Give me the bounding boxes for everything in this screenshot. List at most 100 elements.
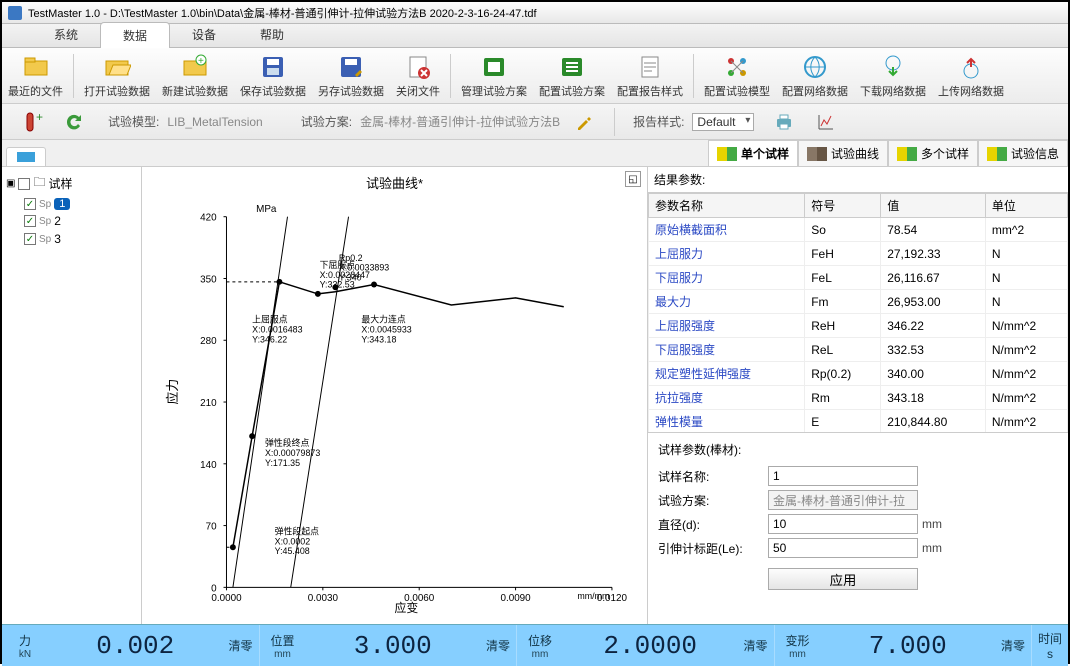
tree-item-3[interactable]: ✓Sp3 [24,232,137,246]
scheme-label: 试验方案: [301,113,352,130]
results-head: 结果参数: [648,167,1068,193]
ribbon: 最近的文件打开试验数据+新建试验数据保存试验数据另存试验数据关闭文件管理试验方案… [2,48,1068,104]
report-combo[interactable]: Default [692,113,754,131]
report-label: 报告样式: [633,113,684,130]
print-icon[interactable] [772,110,796,134]
svg-text:Y:332.53: Y:332.53 [320,280,355,290]
main-tabs-row: 单个试样 试验曲线 多个试样 试验信息 [2,140,1068,166]
svg-text:X:0.0002: X:0.0002 [275,536,311,546]
results-table: 参数名称符号值单位原始横截面积So78.54mm^2上屈服力FeH27,192.… [648,193,1068,433]
strain-value: 7.000 [815,631,1001,661]
svg-text:X:0.0016483: X:0.0016483 [252,324,302,334]
tab-single[interactable]: 单个试样 [708,140,798,166]
dia-input[interactable] [768,514,918,534]
left-tab[interactable] [6,147,46,166]
result-row: 原始横截面积So78.54mm^2 [649,218,1068,242]
window-title: TestMaster 1.0 - D:\TestMaster 1.0\bin\D… [28,5,537,21]
tab-info[interactable]: 试验信息 [978,140,1068,166]
model-value: LIB_MetalTension [167,115,262,129]
specimen-scheme-label: 试验方案: [658,492,768,509]
time-label: 时间s [1032,625,1068,666]
result-row: 下屈服力FeL26,116.67N [649,266,1068,290]
specimen-scheme-input [768,490,918,510]
result-row: 下屈服强度ReL332.53N/mm^2 [649,338,1068,362]
svg-text:mm/mm: mm/mm [577,591,609,601]
menu-help[interactable]: 帮助 [238,22,306,47]
ribbon-new[interactable]: +新建试验数据 [156,50,234,102]
force-value: 0.002 [42,631,228,661]
svg-text:Y:343.18: Y:343.18 [361,334,396,344]
sub-toolbar: + 试验模型: LIB_MetalTension 试验方案: 金属-棒材-普通引… [2,104,1068,140]
menu-data[interactable]: 数据 [100,22,170,48]
chart-pane: ◱ 试验曲线* MPa 0701402102803504200.00000.00… [142,167,648,624]
refresh-icon[interactable] [62,110,86,134]
svg-text:210: 210 [200,398,217,409]
menu-system[interactable]: 系统 [32,22,100,47]
result-row: 最大力Fm26,953.00N [649,290,1068,314]
tab-multi[interactable]: 多个试样 [888,140,978,166]
specimen-name-input[interactable] [768,466,918,486]
svg-text:Y:45.408: Y:45.408 [275,546,310,556]
result-row: 弹性模量E210,844.80N/mm^2 [649,410,1068,434]
svg-text:Y:346.22: Y:346.22 [252,334,287,344]
ribbon-upload[interactable]: 上传网络数据 [932,50,1010,102]
statusbar: 力kN0.002清零 位置mm3.000清零 位移mm2.0000清零 变形mm… [2,624,1068,666]
svg-text:MPa: MPa [256,204,277,215]
tree-item-2[interactable]: ✓Sp2 [24,214,137,228]
result-row: 规定塑性延伸强度Rp(0.2)340.00N/mm^2 [649,362,1068,386]
svg-text:350: 350 [200,274,217,285]
ribbon-saveas[interactable]: 另存试验数据 [312,50,390,102]
menu-device[interactable]: 设备 [170,22,238,47]
svg-text:弹性段终点: 弹性段终点 [265,437,309,448]
clear-force[interactable]: 清零 [228,637,252,654]
position-value: 3.000 [300,631,486,661]
ribbon-manage-g[interactable]: 管理试验方案 [455,50,533,102]
edit-icon[interactable] [572,110,596,134]
clear-strain[interactable]: 清零 [1001,637,1025,654]
svg-text:应变: 应变 [395,601,419,615]
ribbon-conf-g[interactable]: 配置试验方案 [533,50,611,102]
ribbon-folder[interactable]: 最近的文件 [2,50,69,102]
specimen-tree: ▣🗀试样 ✓Sp1 ✓Sp2 ✓Sp3 [2,167,142,624]
tab-curve[interactable]: 试验曲线 [798,140,888,166]
results-pane: 结果参数: 参数名称符号值单位原始横截面积So78.54mm^2上屈服力FeH2… [648,167,1068,624]
ribbon-download[interactable]: 下载网络数据 [854,50,932,102]
svg-text:70: 70 [206,522,217,533]
svg-text:应力: 应力 [165,379,180,405]
clear-disp[interactable]: 清零 [743,637,767,654]
ribbon-model[interactable]: 配置试验模型 [698,50,776,102]
svg-text:140: 140 [200,460,217,471]
model-label: 试验模型: [108,113,159,130]
apply-button[interactable]: 应用 [768,568,918,590]
specimen-head: 试样参数(棒材): [658,441,1058,458]
ribbon-open[interactable]: 打开试验数据 [78,50,156,102]
tree-item-1[interactable]: ✓Sp1 [24,198,137,210]
svg-text:X:0.0028447: X:0.0028447 [320,270,370,280]
ribbon-net[interactable]: 配置网络数据 [776,50,854,102]
new-specimen-icon[interactable]: + [20,110,44,134]
le-input[interactable] [768,538,918,558]
svg-text:0.0000: 0.0000 [211,593,242,604]
svg-text:+: + [36,111,43,124]
ribbon-save[interactable]: 保存试验数据 [234,50,312,102]
titlebar: TestMaster 1.0 - D:\TestMaster 1.0\bin\D… [2,2,1068,24]
svg-text:下屈服点: 下屈服点 [320,260,356,270]
result-row: 抗拉强度Rm343.18N/mm^2 [649,386,1068,410]
svg-text:420: 420 [200,213,217,224]
svg-text:0.0090: 0.0090 [500,593,531,604]
svg-text:+: + [198,56,204,67]
scheme-value: 金属-棒材-普通引伸计-拉伸试验方法B [360,113,560,130]
dia-label: 直径(d): [658,516,768,533]
ribbon-report[interactable]: 配置报告样式 [611,50,689,102]
svg-text:X:0.0045933: X:0.0045933 [361,324,411,334]
chart-title: 试验曲线* [148,173,641,192]
chart-icon[interactable] [814,110,838,134]
specimen-name-label: 试样名称: [658,468,768,485]
root-check[interactable] [18,178,30,190]
expand-chart-icon[interactable]: ◱ [625,171,641,187]
svg-text:弹性段起点: 弹性段起点 [275,525,319,536]
ribbon-close[interactable]: 关闭文件 [390,50,446,102]
specimen-params: 试样参数(棒材): 试样名称: 试验方案: 直径(d):mm 引伸计标距(Le)… [648,433,1068,598]
clear-position[interactable]: 清零 [486,637,510,654]
svg-text:上屈服点: 上屈服点 [252,315,288,325]
